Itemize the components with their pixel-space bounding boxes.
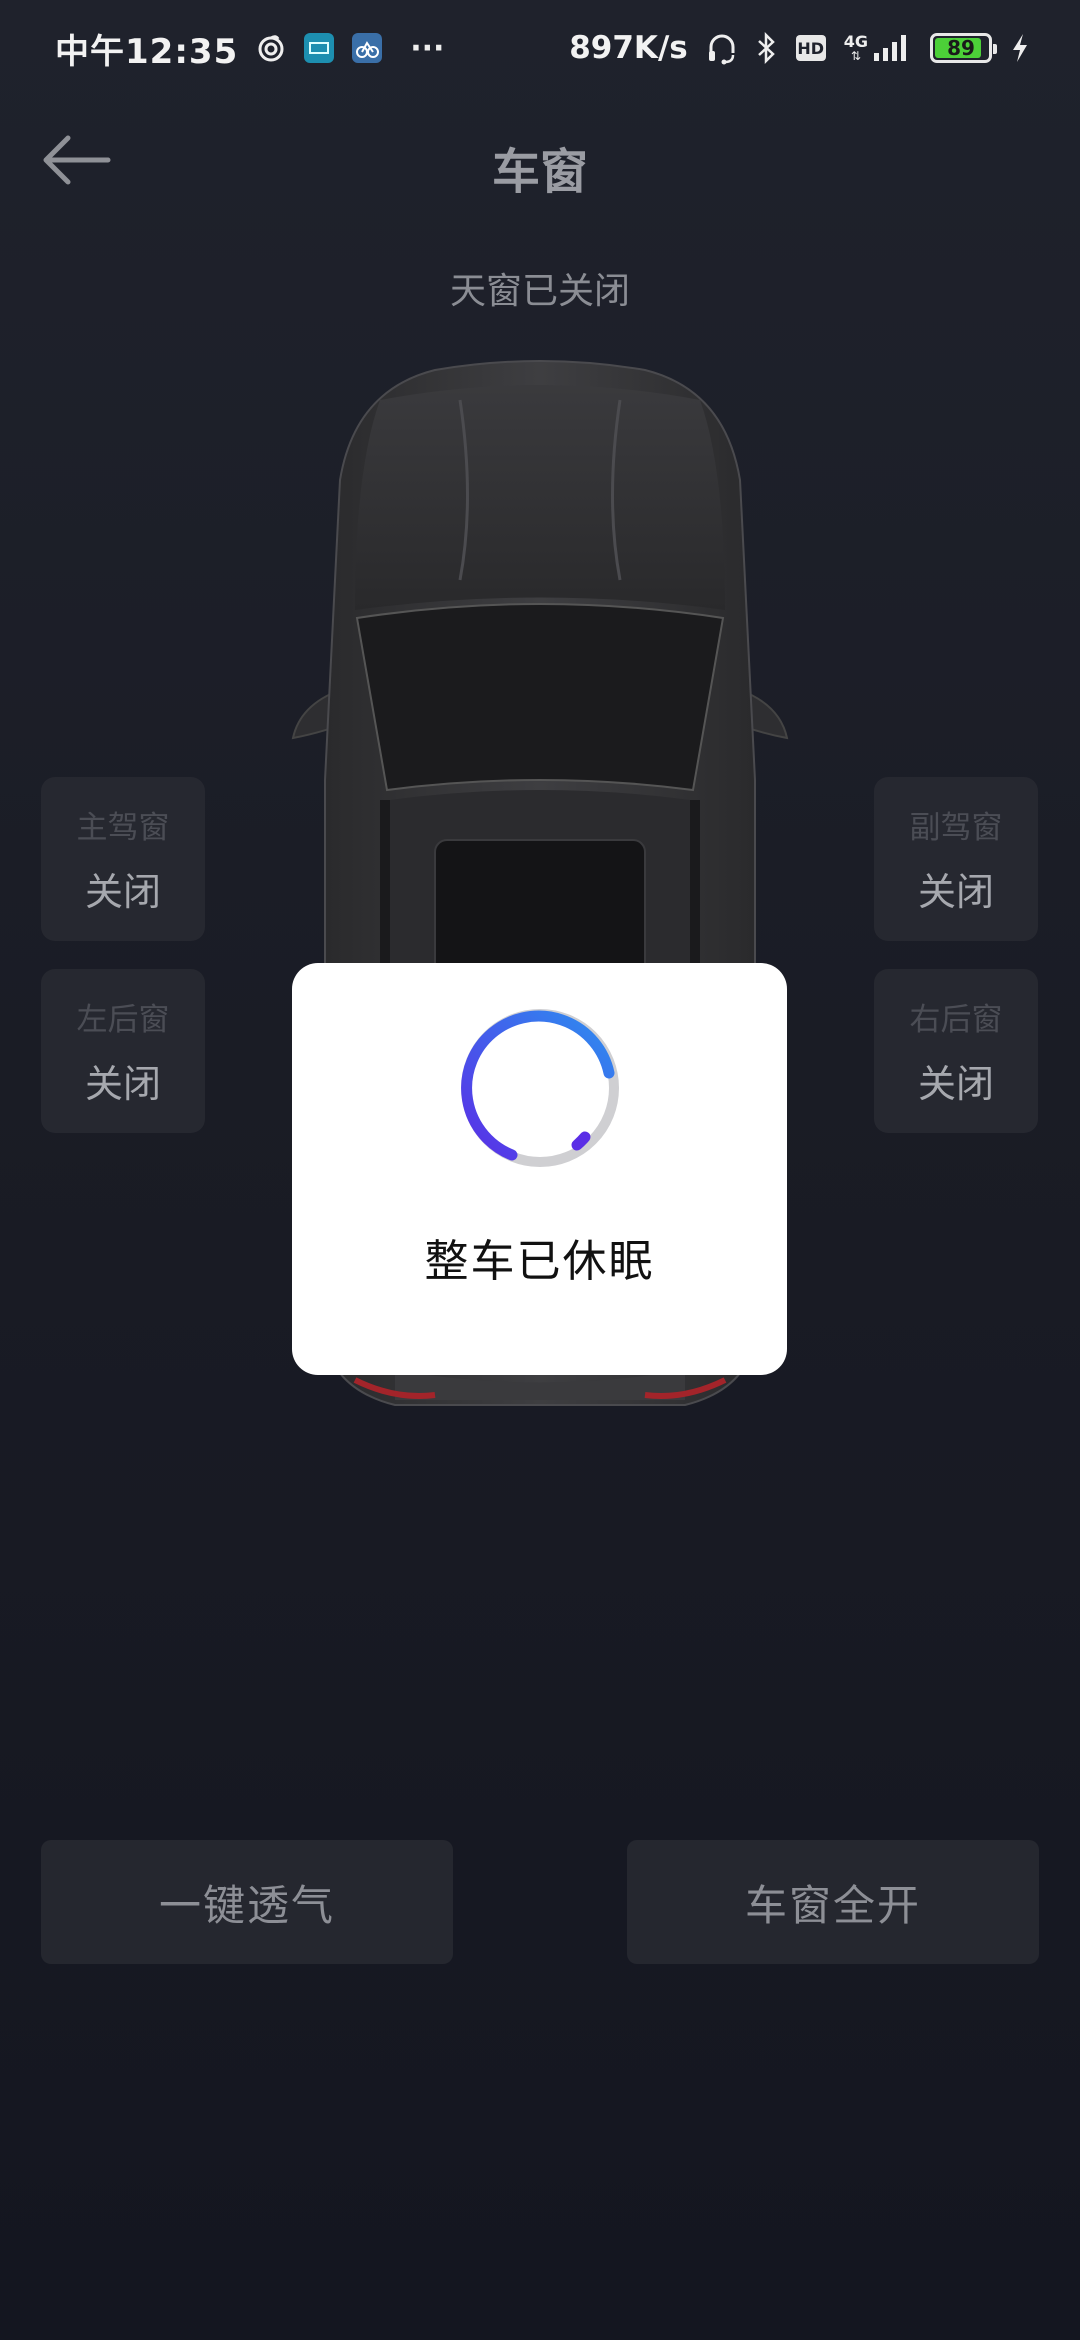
header: 车窗 — [0, 110, 1080, 210]
window-name: 左后窗 — [76, 1002, 170, 1038]
hd-voice-icon: HD — [795, 35, 826, 61]
signal-4g-icon: 4G ⇅ — [844, 33, 912, 63]
battery-level: 89 — [947, 36, 975, 60]
status-bar-left: 中午12:35 ··· — [55, 24, 444, 73]
window-card-rear-right[interactable]: 右后窗 关闭 — [874, 969, 1038, 1133]
lightning-icon — [1010, 32, 1030, 64]
bike-icon — [352, 33, 383, 63]
window-card-front-right[interactable]: 副驾窗 关闭 — [874, 777, 1038, 941]
window-state: 关闭 — [84, 870, 161, 914]
battery-icon: 89 — [930, 33, 997, 63]
window-card-rear-left[interactable]: 左后窗 关闭 — [41, 969, 205, 1133]
status-time: 中午12:35 — [55, 31, 239, 72]
bluetooth-icon — [756, 32, 778, 64]
app-badge-icon — [304, 33, 335, 63]
page-title: 车窗 — [491, 144, 588, 200]
sunroof-status: 天窗已关闭 — [449, 271, 630, 312]
network-type: 4G — [843, 32, 868, 51]
headphones-icon — [706, 31, 738, 65]
more-notifications-icon: ··· — [410, 30, 445, 66]
window-state: 关闭 — [917, 870, 994, 914]
sleep-message: 整车已休眠 — [424, 1236, 655, 1287]
status-bar-right: 897K/s HD 4G ⇅ 89 — [569, 30, 1030, 66]
window-state: 关闭 — [84, 1062, 161, 1106]
loading-spinner-icon — [457, 1005, 623, 1171]
window-card-front-left[interactable]: 主驾窗 关闭 — [41, 777, 205, 941]
window-name: 右后窗 — [909, 1002, 1003, 1038]
sleep-dialog: 整车已休眠 — [292, 963, 787, 1375]
net-speed: 897K/s — [569, 30, 688, 66]
ventilate-button[interactable]: 一键透气 — [41, 1840, 453, 1964]
window-name: 主驾窗 — [76, 810, 170, 846]
window-state: 关闭 — [917, 1062, 994, 1106]
open-all-windows-button[interactable]: 车窗全开 — [627, 1840, 1039, 1964]
status-bar: 中午12:35 ··· 897K/s HD 4G ⇅ 89 — [0, 0, 1080, 96]
ring-icon — [256, 33, 286, 63]
window-name: 副驾窗 — [909, 810, 1003, 846]
